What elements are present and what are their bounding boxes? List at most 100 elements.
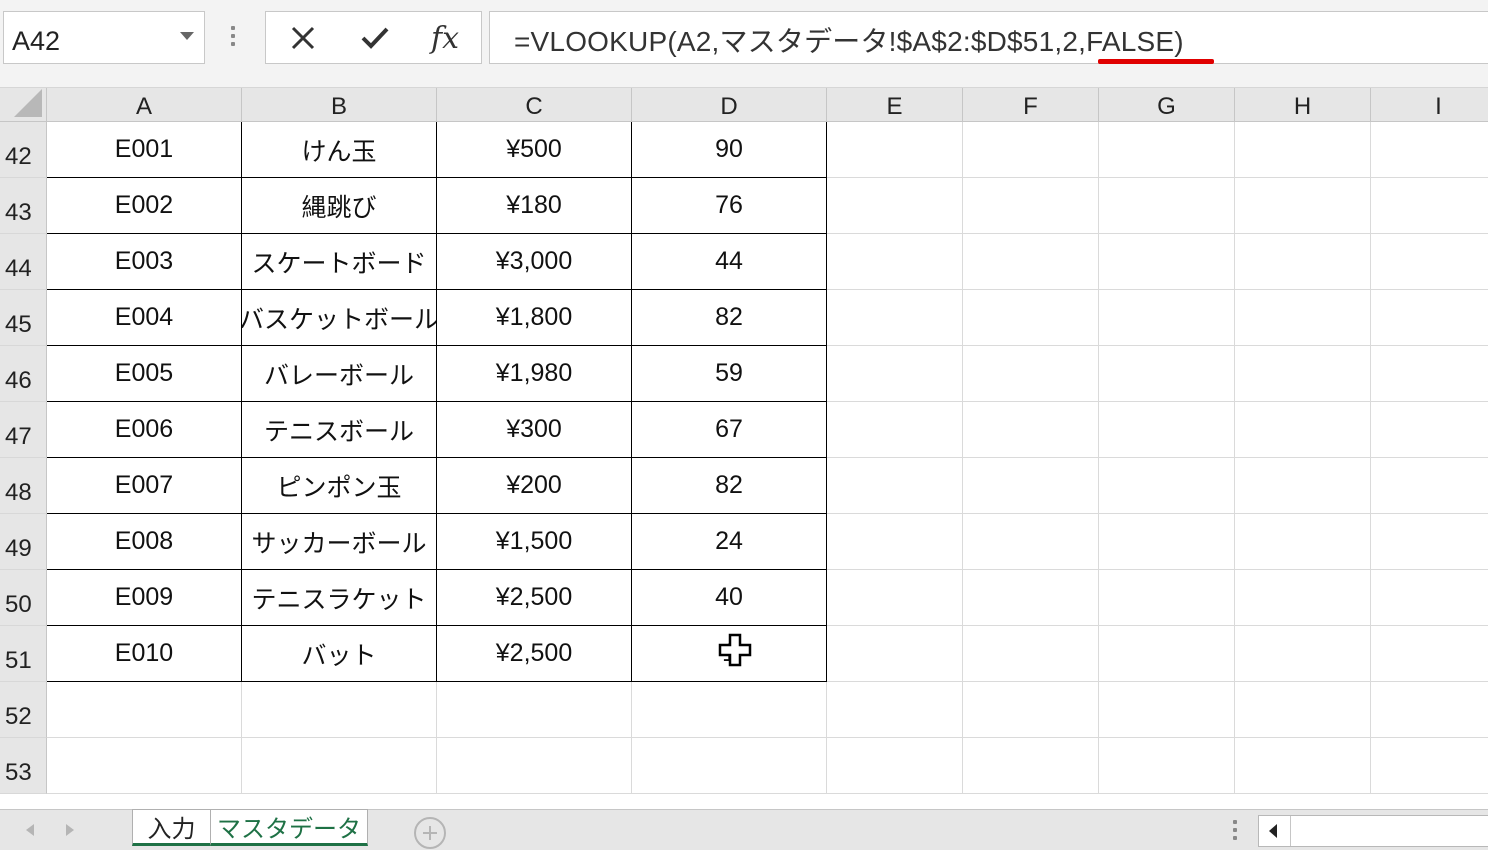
cell-d49[interactable]: 24 bbox=[632, 514, 827, 570]
cell-a44[interactable]: E003 bbox=[47, 234, 242, 290]
cell-g45[interactable] bbox=[1099, 290, 1235, 346]
row-header-50[interactable]: 50 bbox=[0, 570, 47, 626]
cell-d50[interactable]: 40 bbox=[632, 570, 827, 626]
cell-b52[interactable] bbox=[242, 682, 437, 738]
cell-c42[interactable]: ¥500 bbox=[437, 122, 632, 178]
cell-d42[interactable]: 90 bbox=[632, 122, 827, 178]
cell-i51[interactable] bbox=[1371, 626, 1488, 682]
cell-e48[interactable] bbox=[827, 458, 963, 514]
cell-g42[interactable] bbox=[1099, 122, 1235, 178]
row-header-52[interactable]: 52 bbox=[0, 682, 47, 738]
cell-c50[interactable]: ¥2,500 bbox=[437, 570, 632, 626]
cell-h46[interactable] bbox=[1235, 346, 1371, 402]
cell-i42[interactable] bbox=[1371, 122, 1488, 178]
cell-c51[interactable]: ¥2,500 bbox=[437, 626, 632, 682]
column-header-c[interactable]: C bbox=[437, 88, 632, 122]
cell-i52[interactable] bbox=[1371, 682, 1488, 738]
cell-f42[interactable] bbox=[963, 122, 1099, 178]
cell-f50[interactable] bbox=[963, 570, 1099, 626]
cell-a49[interactable]: E008 bbox=[47, 514, 242, 570]
cell-e45[interactable] bbox=[827, 290, 963, 346]
cell-c48[interactable]: ¥200 bbox=[437, 458, 632, 514]
cell-f44[interactable] bbox=[963, 234, 1099, 290]
sheet-tab-input[interactable]: 入力 bbox=[132, 809, 211, 846]
cell-h45[interactable] bbox=[1235, 290, 1371, 346]
cell-e47[interactable] bbox=[827, 402, 963, 458]
cell-g49[interactable] bbox=[1099, 514, 1235, 570]
horizontal-scrollbar[interactable] bbox=[1258, 815, 1488, 847]
cell-a42[interactable]: E001 bbox=[47, 122, 242, 178]
row-header-49[interactable]: 49 bbox=[0, 514, 47, 570]
column-header-f[interactable]: F bbox=[963, 88, 1099, 122]
cell-e49[interactable] bbox=[827, 514, 963, 570]
cell-h42[interactable] bbox=[1235, 122, 1371, 178]
row-header-43[interactable]: 43 bbox=[0, 178, 47, 234]
cell-f52[interactable] bbox=[963, 682, 1099, 738]
cell-i47[interactable] bbox=[1371, 402, 1488, 458]
column-header-e[interactable]: E bbox=[827, 88, 963, 122]
cell-e42[interactable] bbox=[827, 122, 963, 178]
cell-d48[interactable]: 82 bbox=[632, 458, 827, 514]
cell-h53[interactable] bbox=[1235, 738, 1371, 794]
cell-a51[interactable]: E010 bbox=[47, 626, 242, 682]
cell-h44[interactable] bbox=[1235, 234, 1371, 290]
cell-a50[interactable]: E009 bbox=[47, 570, 242, 626]
cell-g53[interactable] bbox=[1099, 738, 1235, 794]
row-header-48[interactable]: 48 bbox=[0, 458, 47, 514]
cell-c43[interactable]: ¥180 bbox=[437, 178, 632, 234]
column-header-g[interactable]: G bbox=[1099, 88, 1235, 122]
cell-e44[interactable] bbox=[827, 234, 963, 290]
cell-h43[interactable] bbox=[1235, 178, 1371, 234]
grip-icon[interactable] bbox=[231, 26, 237, 48]
prev-sheet-arrow-icon[interactable] bbox=[26, 824, 34, 836]
cell-c47[interactable]: ¥300 bbox=[437, 402, 632, 458]
cell-e53[interactable] bbox=[827, 738, 963, 794]
cell-h49[interactable] bbox=[1235, 514, 1371, 570]
cell-b48[interactable]: ピンポン玉 bbox=[242, 458, 437, 514]
cell-h52[interactable] bbox=[1235, 682, 1371, 738]
cell-f47[interactable] bbox=[963, 402, 1099, 458]
cell-f48[interactable] bbox=[963, 458, 1099, 514]
add-sheet-icon[interactable] bbox=[414, 817, 446, 849]
row-header-53[interactable]: 53 bbox=[0, 738, 47, 794]
cell-f53[interactable] bbox=[963, 738, 1099, 794]
row-header-44[interactable]: 44 bbox=[0, 234, 47, 290]
enter-button[interactable] bbox=[355, 20, 395, 56]
sheet-tab-master-data[interactable]: マスタデータ bbox=[210, 809, 368, 846]
cell-i48[interactable] bbox=[1371, 458, 1488, 514]
insert-function-button[interactable]: fx bbox=[425, 20, 465, 56]
cell-i46[interactable] bbox=[1371, 346, 1488, 402]
cell-c52[interactable] bbox=[437, 682, 632, 738]
cell-f49[interactable] bbox=[963, 514, 1099, 570]
cell-i45[interactable] bbox=[1371, 290, 1488, 346]
cell-a48[interactable]: E007 bbox=[47, 458, 242, 514]
cell-d46[interactable]: 59 bbox=[632, 346, 827, 402]
cell-b45[interactable]: バスケットボール bbox=[242, 290, 437, 346]
cell-g44[interactable] bbox=[1099, 234, 1235, 290]
cell-g51[interactable] bbox=[1099, 626, 1235, 682]
cell-d52[interactable] bbox=[632, 682, 827, 738]
cell-g46[interactable] bbox=[1099, 346, 1235, 402]
cell-i44[interactable] bbox=[1371, 234, 1488, 290]
formula-input[interactable]: =VLOOKUP(A2,マスタデータ!$A$2:$D$51,2,FALSE) bbox=[489, 11, 1488, 64]
cell-e52[interactable] bbox=[827, 682, 963, 738]
cell-a45[interactable]: E004 bbox=[47, 290, 242, 346]
cell-d43[interactable]: 76 bbox=[632, 178, 827, 234]
cell-e43[interactable] bbox=[827, 178, 963, 234]
row-header-46[interactable]: 46 bbox=[0, 346, 47, 402]
cell-i50[interactable] bbox=[1371, 570, 1488, 626]
cell-b47[interactable]: テニスボール bbox=[242, 402, 437, 458]
cell-a43[interactable]: E002 bbox=[47, 178, 242, 234]
cell-b53[interactable] bbox=[242, 738, 437, 794]
cell-a46[interactable]: E005 bbox=[47, 346, 242, 402]
next-sheet-arrow-icon[interactable] bbox=[66, 824, 74, 836]
cell-g52[interactable] bbox=[1099, 682, 1235, 738]
cell-h50[interactable] bbox=[1235, 570, 1371, 626]
cell-b51[interactable]: バット bbox=[242, 626, 437, 682]
cell-e51[interactable] bbox=[827, 626, 963, 682]
cell-b43[interactable]: 縄跳び bbox=[242, 178, 437, 234]
cell-d47[interactable]: 67 bbox=[632, 402, 827, 458]
cell-g47[interactable] bbox=[1099, 402, 1235, 458]
name-box[interactable]: A42 bbox=[3, 11, 205, 64]
cell-d44[interactable]: 44 bbox=[632, 234, 827, 290]
